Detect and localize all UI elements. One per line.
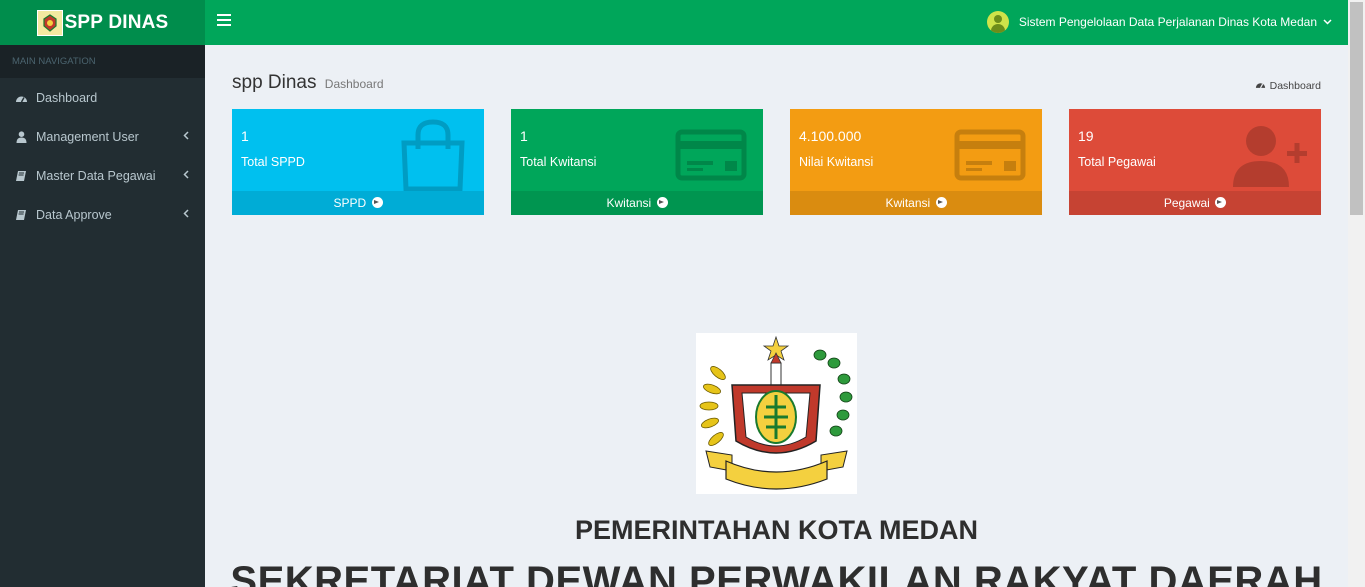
avatar	[986, 11, 1009, 33]
credit-card-icon	[954, 129, 1026, 186]
stat-box-pegawai: 19 Total Pegawai Pegawai	[1069, 109, 1321, 215]
top-navbar: Sistem Pengelolaan Data Perjalanan Dinas…	[205, 0, 1348, 45]
sidebar-item-label: Master Data Pegawai	[36, 168, 156, 183]
page-scrollbar[interactable]	[1348, 0, 1365, 587]
sidebar-item-master-data-pegawai[interactable]: Master Data Pegawai	[0, 156, 205, 195]
stat-value: 19	[1078, 128, 1094, 144]
user-menu[interactable]: Sistem Pengelolaan Data Perjalanan Dinas…	[986, 11, 1332, 33]
sidebar-toggle-icon[interactable]	[217, 14, 231, 28]
user-plus-icon	[1231, 123, 1311, 194]
stat-value: 4.100.000	[799, 128, 862, 144]
chevron-left-icon	[183, 208, 189, 221]
pegawai-more-link[interactable]: Pegawai	[1069, 191, 1321, 215]
nav-header: MAIN NAVIGATION	[0, 45, 205, 78]
sidebar-item-label: Data Approve	[36, 207, 112, 222]
kota-medan-emblem	[696, 333, 857, 494]
org-subtitle: SEKRETARIAT DEWAN PERWAKILAN RAKYAT DAER…	[230, 559, 1323, 587]
box-link-label: SPPD	[333, 196, 367, 210]
stat-label: Total Kwitansi	[520, 155, 597, 169]
arrow-circle-right-icon	[1215, 197, 1227, 208]
stat-box-kwitansi: 1 Total Kwitansi Kwitansi	[511, 109, 763, 215]
brand-logo[interactable]: SPP DINAS	[0, 0, 205, 45]
sidebar-item-management-user[interactable]: Management User	[0, 117, 205, 156]
kwitansi-more-link[interactable]: Kwitansi	[511, 191, 763, 215]
stat-label: Total Pegawai	[1078, 155, 1156, 169]
stat-value: 1	[520, 128, 528, 144]
page-title-text: spp Dinas	[232, 72, 317, 93]
logo-emblem-icon	[36, 9, 63, 36]
shopping-bag-icon	[398, 119, 468, 196]
chevron-down-icon	[1323, 17, 1332, 27]
stat-box-nilai-kwitansi: 4.100.000 Nilai Kwitansi Kwitansi	[790, 109, 1042, 215]
arrow-circle-right-icon	[371, 197, 383, 208]
stat-box-sppd: 1 Total SPPD SPPD	[232, 109, 484, 215]
dashboard-icon	[14, 92, 28, 104]
chevron-left-icon	[183, 169, 189, 182]
app-name: Sistem Pengelolaan Data Perjalanan Dinas…	[1018, 15, 1317, 29]
brand-title: SPP DINAS	[64, 11, 169, 33]
dashboard-icon	[1255, 80, 1266, 92]
box-link-label: Pegawai	[1163, 196, 1210, 210]
arrow-circle-right-icon	[656, 197, 668, 208]
box-link-label: Kwitansi	[885, 196, 931, 210]
book-icon	[14, 170, 28, 182]
main-content: spp Dinas Dashboard Dashboard 1 Total SP…	[205, 45, 1348, 587]
breadcrumb[interactable]: Dashboard	[1255, 80, 1321, 92]
page-subtitle: Dashboard	[324, 77, 384, 91]
sidebar-item-dashboard[interactable]: Dashboard	[0, 78, 205, 117]
sppd-more-link[interactable]: SPPD	[232, 191, 484, 215]
stat-label: Nilai Kwitansi	[799, 155, 874, 169]
arrow-circle-right-icon	[935, 197, 947, 208]
chevron-left-icon	[183, 130, 189, 143]
sidebar-item-label: Dashboard	[36, 90, 98, 105]
sidebar: MAIN NAVIGATION Dashboard Management Use…	[0, 45, 205, 587]
page-title: spp Dinas Dashboard	[232, 72, 384, 94]
credit-card-icon	[675, 129, 747, 186]
user-icon	[14, 130, 28, 143]
scrollbar-thumb[interactable]	[1350, 2, 1363, 215]
org-title: PEMERINTAHAN KOTA MEDAN	[575, 515, 978, 545]
box-link-label: Kwitansi	[606, 196, 652, 210]
sidebar-item-label: Management User	[36, 129, 139, 144]
sidebar-item-data-approve[interactable]: Data Approve	[0, 195, 205, 234]
stat-label: Total SPPD	[241, 155, 305, 169]
book-icon	[14, 209, 28, 221]
nilai-kwitansi-more-link[interactable]: Kwitansi	[790, 191, 1042, 215]
stat-value: 1	[241, 128, 249, 144]
breadcrumb-item: Dashboard	[1269, 80, 1321, 92]
